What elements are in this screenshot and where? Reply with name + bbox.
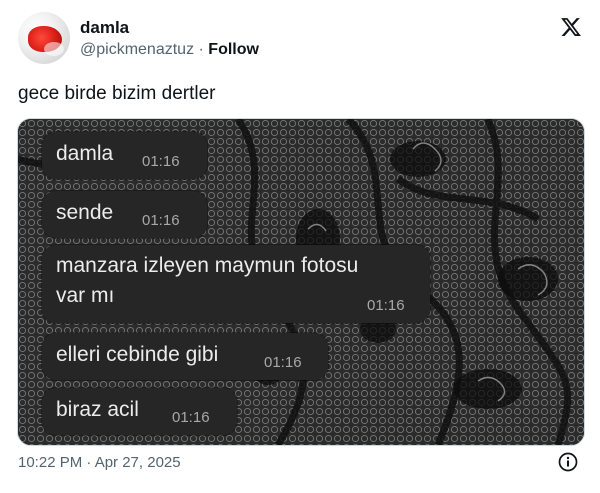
author-info: damla @pickmenaztuz · Follow — [80, 18, 259, 60]
tweet-text: gece birde bizim dertler — [18, 83, 216, 104]
chat-message-text: sende — [56, 201, 114, 224]
chat-message-text: elleri cebinde gibi — [56, 343, 219, 366]
chat-bubble: manzara izleyen maymun fotosu var mı 01:… — [42, 245, 430, 323]
display-name[interactable]: damla — [80, 18, 259, 38]
chat-message-time: 01:16 — [142, 153, 180, 170]
avatar[interactable] — [18, 12, 70, 64]
info-icon[interactable] — [558, 452, 578, 472]
chat-message-time: 01:16 — [367, 297, 405, 314]
avatar-highlight — [44, 42, 64, 56]
handle[interactable]: @pickmenaztuz — [80, 41, 194, 58]
chat-bubble: sende 01:16 — [42, 191, 207, 238]
chat-message-time: 01:16 — [172, 409, 210, 426]
x-logo-icon[interactable] — [560, 16, 582, 38]
chat-message-time: 01:16 — [142, 212, 180, 229]
chat-message-text: damla — [56, 142, 114, 165]
chat-bubble: damla 01:16 — [42, 132, 207, 179]
chat-message-text: biraz acil — [56, 398, 139, 421]
tweet-header: damla @pickmenaztuz · Follow — [18, 12, 582, 66]
tweet-timestamp[interactable]: 10:22 PM · Apr 27, 2025 — [18, 454, 181, 471]
follow-button[interactable]: Follow — [208, 41, 259, 58]
handle-line: @pickmenaztuz · Follow — [80, 40, 259, 60]
chat-message-time: 01:16 — [264, 354, 302, 371]
tweet-media-image[interactable]: damla 01:16 sende 01:16 manzara izleyen … — [17, 118, 585, 446]
chat-message-text: manzara izleyen maymun fotosu — [56, 254, 359, 277]
chat-bubble: biraz acil 01:16 — [42, 388, 237, 435]
separator-dot: · — [198, 41, 204, 58]
chat-message-text: var mı — [56, 284, 115, 307]
chat-bubble: elleri cebinde gibi 01:16 — [42, 333, 328, 380]
